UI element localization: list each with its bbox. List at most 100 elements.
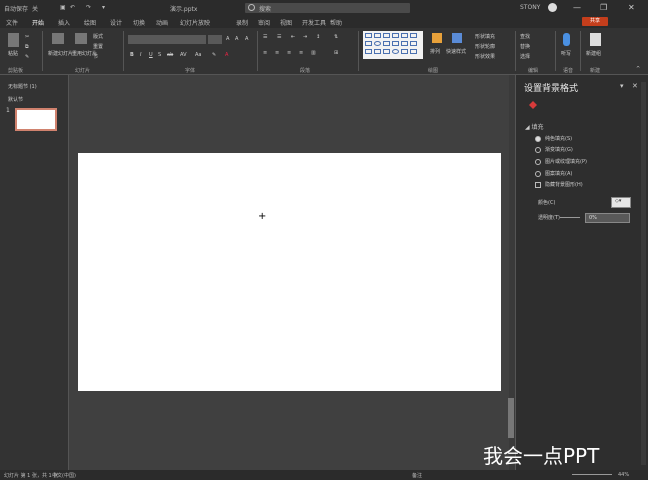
new-group-icon[interactable] xyxy=(590,33,601,46)
italic-icon[interactable]: I xyxy=(140,52,141,58)
tab-3[interactable]: 绘图 xyxy=(84,18,96,27)
vertical-scrollbar[interactable] xyxy=(508,398,514,438)
avatar[interactable] xyxy=(548,3,557,12)
find-button[interactable]: 查找 xyxy=(520,33,530,40)
radio-solid[interactable] xyxy=(535,135,541,142)
quick-styles-button[interactable]: 快速样式 xyxy=(446,48,466,55)
pane-close-icon[interactable]: ✕ xyxy=(632,82,638,90)
collapse-ribbon-icon[interactable]: ^ xyxy=(636,66,640,72)
shape-double-arrow[interactable] xyxy=(401,33,408,38)
user-name[interactable]: STONY xyxy=(520,4,540,11)
pane-scrollbar[interactable] xyxy=(641,82,646,465)
fill-option-gradient[interactable]: 渐变填充(G) xyxy=(535,146,573,153)
quick-styles-icon[interactable] xyxy=(452,33,462,43)
copy-icon[interactable]: ⧉ xyxy=(25,44,29,50)
fill-option-pattern[interactable]: 图案填充(A) xyxy=(535,170,572,177)
shape-textbox-vertical[interactable] xyxy=(374,33,381,38)
new-group-button[interactable]: 新建组 xyxy=(586,50,601,57)
redo-icon[interactable]: ↷ xyxy=(86,4,91,11)
shape-right-arrow[interactable] xyxy=(401,41,408,46)
shape-curve[interactable] xyxy=(383,49,390,54)
arrange-icon[interactable] xyxy=(432,33,442,43)
shapes-gallery[interactable] xyxy=(363,31,423,59)
zoom-level[interactable]: 44% xyxy=(618,472,629,478)
section-default[interactable]: 默认节 xyxy=(8,96,23,103)
transparency-input[interactable]: 0% xyxy=(585,213,630,223)
shape-fill-button[interactable]: 形状填充 xyxy=(475,33,495,40)
align-center-icon[interactable]: ≡ xyxy=(275,50,279,56)
highlight-icon[interactable]: ✎ xyxy=(212,52,216,58)
tab-1[interactable]: 开始 xyxy=(32,18,44,27)
underline-icon[interactable]: U xyxy=(149,52,153,58)
shape-outline-button[interactable]: 形状轮廓 xyxy=(475,43,495,50)
increase-indent-icon[interactable]: ⇥ xyxy=(303,34,307,40)
clear-format-icon[interactable]: A xyxy=(245,36,248,42)
char-spacing-icon[interactable]: AV xyxy=(180,52,187,58)
new-slide-icon[interactable] xyxy=(52,33,64,44)
tab-8[interactable]: 录制 xyxy=(236,18,248,27)
bullets-icon[interactable]: ☰ xyxy=(263,34,267,40)
customize-qat-icon[interactable]: ▾ xyxy=(102,4,105,11)
slide-canvas[interactable] xyxy=(78,153,501,391)
notes-button[interactable]: 备注 xyxy=(412,472,422,479)
shape-more[interactable] xyxy=(410,49,417,54)
text-direction-icon[interactable]: ⇅ xyxy=(334,34,338,40)
numbering-icon[interactable]: ☰ xyxy=(277,34,281,40)
tab-12[interactable]: 帮助 xyxy=(330,18,342,27)
restore-icon[interactable]: ❐ xyxy=(600,3,607,12)
shape-triangle[interactable] xyxy=(383,41,390,46)
tab-6[interactable]: 动画 xyxy=(156,18,168,27)
save-icon[interactable]: ▣ xyxy=(60,4,66,11)
reset-button[interactable]: 重置 xyxy=(93,43,103,50)
cut-icon[interactable]: ✂ xyxy=(25,34,29,40)
shape-effects-button[interactable]: 形状效果 xyxy=(475,53,495,60)
increase-font-icon[interactable]: A xyxy=(226,36,229,42)
shape-bracket[interactable] xyxy=(374,49,381,54)
tab-7[interactable]: 幻灯片放映 xyxy=(180,18,210,27)
align-left-icon[interactable]: ≡ xyxy=(263,50,267,56)
font-size-dropdown[interactable] xyxy=(208,35,222,44)
fill-bucket-icon[interactable] xyxy=(528,100,538,110)
layout-button[interactable]: 版式 xyxy=(93,33,103,40)
shadow-icon[interactable]: S xyxy=(158,52,161,58)
justify-icon[interactable]: ≡ xyxy=(299,50,303,56)
align-right-icon[interactable]: ≡ xyxy=(287,50,291,56)
line-spacing-icon[interactable]: ↕ xyxy=(316,34,320,40)
section-button[interactable]: 节 xyxy=(93,53,98,60)
format-painter-icon[interactable]: ✎ xyxy=(25,54,29,60)
checkbox-hide-bg[interactable] xyxy=(535,181,541,188)
shape-rounded-rect[interactable] xyxy=(392,41,399,46)
tab-9[interactable]: 审阅 xyxy=(258,18,270,27)
shape-hexagon[interactable] xyxy=(401,49,408,54)
minimize-icon[interactable]: — xyxy=(573,3,581,12)
radio-gradient[interactable] xyxy=(535,146,541,153)
close-icon[interactable]: ✕ xyxy=(628,3,635,12)
change-case-icon[interactable]: Aa xyxy=(195,52,201,58)
shape-circle[interactable] xyxy=(392,49,399,54)
share-button[interactable]: 共享 xyxy=(582,17,608,26)
shape-star[interactable] xyxy=(410,41,417,46)
shape-oval[interactable] xyxy=(374,41,381,46)
new-slide-button[interactable]: 新建幻灯片 xyxy=(48,50,73,57)
reuse-slides-icon[interactable] xyxy=(75,33,87,44)
radio-picture[interactable] xyxy=(535,158,541,165)
arrange-button[interactable]: 排列 xyxy=(430,48,440,55)
slide-thumbnail-1[interactable] xyxy=(15,108,57,131)
paste-icon[interactable] xyxy=(8,33,19,47)
transparency-slider[interactable] xyxy=(560,217,580,218)
microphone-icon[interactable] xyxy=(563,33,570,46)
section-untitled[interactable]: 无标题节 (1) xyxy=(8,83,37,90)
shape-line[interactable] xyxy=(383,33,390,38)
radio-pattern[interactable] xyxy=(535,170,541,177)
tab-11[interactable]: 开发工具 xyxy=(302,18,326,27)
color-picker-button[interactable]: ◇▾ xyxy=(611,197,631,208)
font-family-dropdown[interactable] xyxy=(128,35,206,44)
shape-elbow[interactable] xyxy=(410,33,417,38)
dictate-button[interactable]: 听写 xyxy=(561,50,571,57)
hide-background-graphics[interactable]: 隐藏背景图形(H) xyxy=(535,181,583,188)
decrease-indent-icon[interactable]: ⇤ xyxy=(291,34,295,40)
shape-brace[interactable] xyxy=(365,49,372,54)
shape-rectangle[interactable] xyxy=(365,41,372,46)
tab-5[interactable]: 切换 xyxy=(133,18,145,27)
tab-10[interactable]: 视图 xyxy=(280,18,292,27)
